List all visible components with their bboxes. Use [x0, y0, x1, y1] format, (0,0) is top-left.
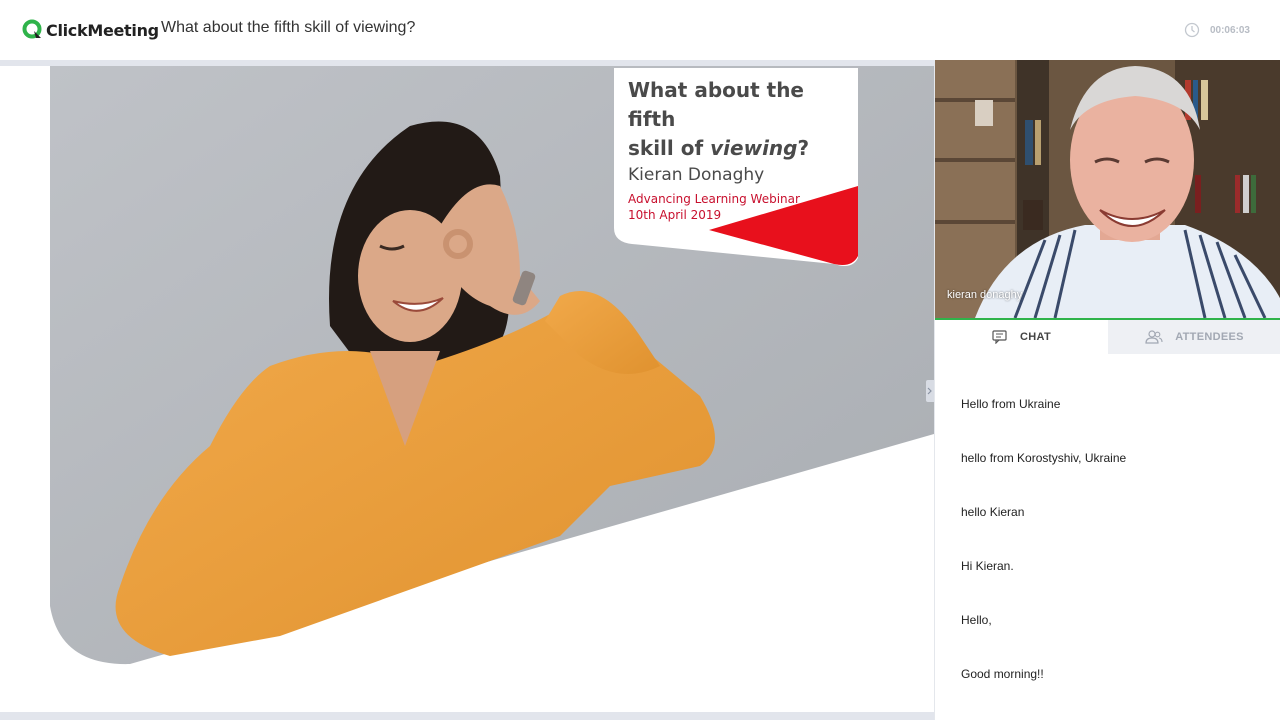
slide-author: Kieran Donaghy: [628, 165, 765, 185]
slide-event: Advancing Learning Webinar: [628, 192, 800, 206]
chat-message: Hello,: [961, 613, 992, 627]
logo-icon: [22, 19, 42, 39]
participant-name: kieran donaghy: [947, 289, 1023, 301]
slide-title-line2-suffix: ?: [797, 136, 810, 160]
chat-icon: [992, 330, 1007, 344]
tab-chat-label: CHAT: [1020, 331, 1051, 343]
chat-message: Hi Kieran.: [961, 559, 1014, 573]
top-bar: ClickMeeting What about the fifth skill …: [0, 0, 1280, 60]
meeting-title: What about the fifth skill of viewing?: [161, 19, 416, 36]
timer-value: 00:06:03: [1209, 24, 1250, 36]
slide-title: What about the fifth skill of viewing?: [628, 76, 858, 163]
attendees-icon: [1145, 330, 1163, 344]
meeting-timer: 00:06:03: [1184, 22, 1250, 38]
stage-bottom-divider: [0, 712, 934, 720]
clickmeeting-logo: ClickMeeting: [22, 18, 159, 42]
chevron-right-icon: [927, 387, 932, 395]
panel-tabs: CHAT ATTENDEES: [935, 320, 1280, 354]
tab-chat[interactable]: CHAT: [935, 320, 1108, 354]
slide-date: 10th April 2019: [628, 208, 722, 222]
chat-message: Good morning!!: [961, 667, 1044, 681]
slide-title-block: What about the fifth skill of viewing? K…: [628, 76, 858, 223]
chat-messages: Hello from Ukraine hello from Korostyshi…: [935, 354, 1280, 720]
chat-message: hello Kieran: [961, 505, 1025, 519]
webcam-feed: [935, 60, 1280, 318]
clock-icon: [1184, 22, 1200, 38]
chat-message: Hello from Ukraine: [961, 397, 1061, 411]
slide-title-italic: viewing: [710, 136, 798, 160]
slide-title-line1: What about the fifth: [628, 78, 804, 131]
tab-attendees-label: ATTENDEES: [1175, 331, 1244, 343]
side-panel: kieran donaghy CHAT ATTENDEES Hello from…: [934, 60, 1280, 720]
brand-name: ClickMeeting: [46, 20, 159, 40]
chat-message: hello from Korostyshiv, Ukraine: [961, 451, 1127, 465]
panel-collapse-handle[interactable]: [926, 380, 934, 402]
slide-title-line2-prefix: skill of: [628, 136, 711, 160]
presentation-stage: What about the fifth skill of viewing? K…: [0, 60, 934, 720]
presentation-slide: What about the fifth skill of viewing? K…: [0, 66, 934, 712]
tab-attendees[interactable]: ATTENDEES: [1108, 320, 1280, 354]
webcam-video[interactable]: kieran donaghy: [935, 60, 1280, 318]
